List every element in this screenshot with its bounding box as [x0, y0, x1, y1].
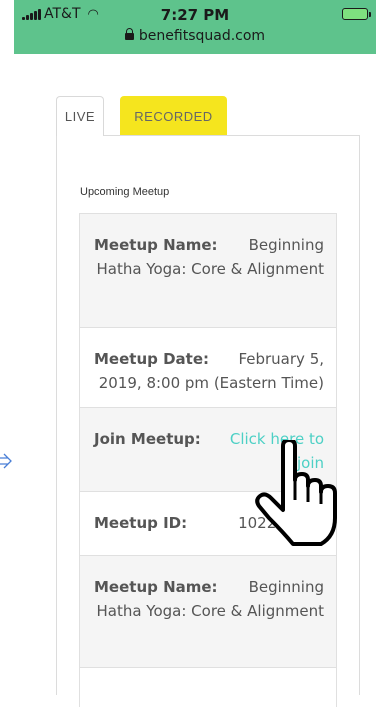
- url-text: benefitsquad.com: [138, 28, 266, 44]
- section-label: Upcoming Meetup: [80, 186, 170, 198]
- meetup-next-row: [80, 667, 336, 707]
- join-meetup-label: Join Meetup:: [94, 430, 201, 448]
- meetup-name-label: Meetup Name:: [94, 236, 218, 254]
- tab-live[interactable]: LIVE: [56, 96, 104, 136]
- meetup-name-row-2: Meetup Name: Beginning Hatha Yoga: Core …: [80, 555, 336, 667]
- status-time: 7:27 PM: [160, 6, 230, 24]
- meetup-date-row: Meetup Date: February 5, 2019, 8:00 pm (…: [80, 327, 336, 407]
- hand-pointer-icon: [255, 440, 337, 546]
- tab-recorded[interactable]: RECORDED: [120, 96, 227, 136]
- meetup-id-label: Meetup ID:: [94, 514, 188, 532]
- meetup-date-label: Meetup Date:: [94, 350, 209, 368]
- meetup-name-row: Meetup Name: Beginning Hatha Yoga: Core …: [80, 213, 336, 327]
- url-bar[interactable]: benefitsquad.com: [14, 28, 376, 44]
- meetup-name-label-2: Meetup Name:: [94, 578, 218, 596]
- lock-icon: [124, 28, 134, 40]
- status-bar: AT&T ◠ 7:27 PM benefitsquad.com: [14, 0, 376, 54]
- battery-icon: [342, 8, 371, 20]
- arrow-icon: [0, 453, 12, 469]
